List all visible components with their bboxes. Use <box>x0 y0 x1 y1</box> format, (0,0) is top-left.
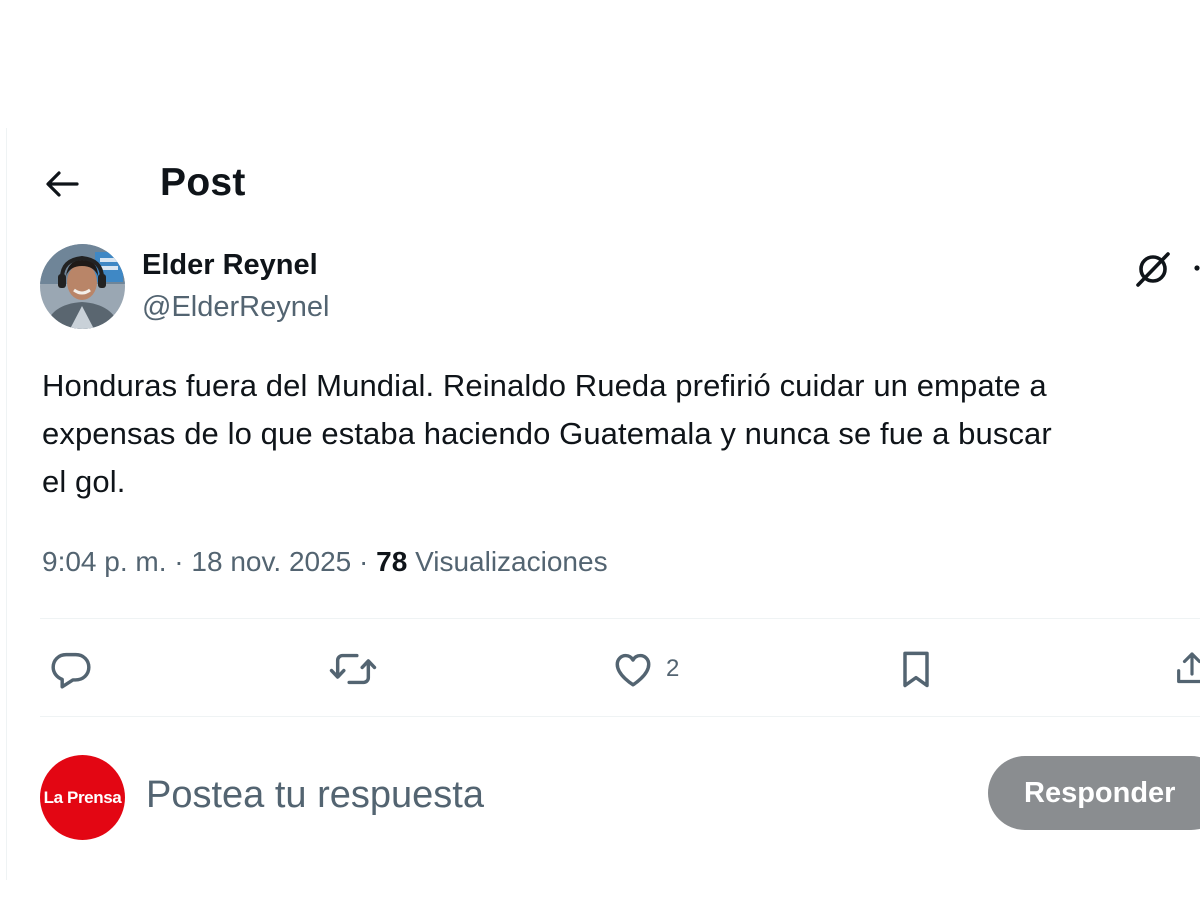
post-date[interactable]: 18 nov. 2025 <box>191 546 351 577</box>
repost-button[interactable] <box>328 644 378 694</box>
reply-button[interactable] <box>48 644 94 694</box>
avatar-logo-text: La Prensa <box>43 787 122 807</box>
current-user-avatar[interactable]: La Prensa <box>40 755 125 840</box>
bookmark-icon <box>903 651 929 688</box>
like-count: 2 <box>666 655 680 682</box>
divider <box>40 618 1200 619</box>
reply-submit-button[interactable]: Responder <box>988 756 1200 830</box>
more-options-icon[interactable] <box>1188 260 1200 276</box>
divider <box>40 716 1200 717</box>
column-border <box>6 128 7 880</box>
meta-separator: · <box>174 546 184 577</box>
page-title: Post <box>160 161 246 204</box>
share-button[interactable] <box>1172 644 1200 694</box>
grok-icon[interactable] <box>1132 248 1174 290</box>
bookmark-button[interactable] <box>894 644 938 694</box>
heart-icon <box>615 653 651 687</box>
post-page: Post Elder Reynel @ElderReynel Honduras … <box>0 0 1200 900</box>
post-text: Honduras fuera del Mundial. Reinaldo Rue… <box>42 368 1052 499</box>
meta-separator: · <box>359 546 369 577</box>
post-time[interactable]: 9:04 p. m. <box>42 546 167 577</box>
repost-icon <box>329 653 377 685</box>
reply-input[interactable] <box>146 770 946 820</box>
author-name[interactable]: Elder Reynel <box>142 248 318 282</box>
author-avatar[interactable] <box>40 244 125 329</box>
back-button[interactable] <box>38 160 86 208</box>
like-button[interactable]: 2 <box>610 644 679 694</box>
arrow-left-icon <box>46 171 79 197</box>
post-meta: 9:04 p. m. · 18 nov. 2025 · 78 Visualiza… <box>42 545 608 579</box>
views-label: Visualizaciones <box>415 546 608 577</box>
author-handle[interactable]: @ElderReynel <box>142 290 329 324</box>
views-count: 78 <box>376 546 408 577</box>
reply-icon <box>51 652 91 689</box>
share-icon <box>1177 652 1200 684</box>
